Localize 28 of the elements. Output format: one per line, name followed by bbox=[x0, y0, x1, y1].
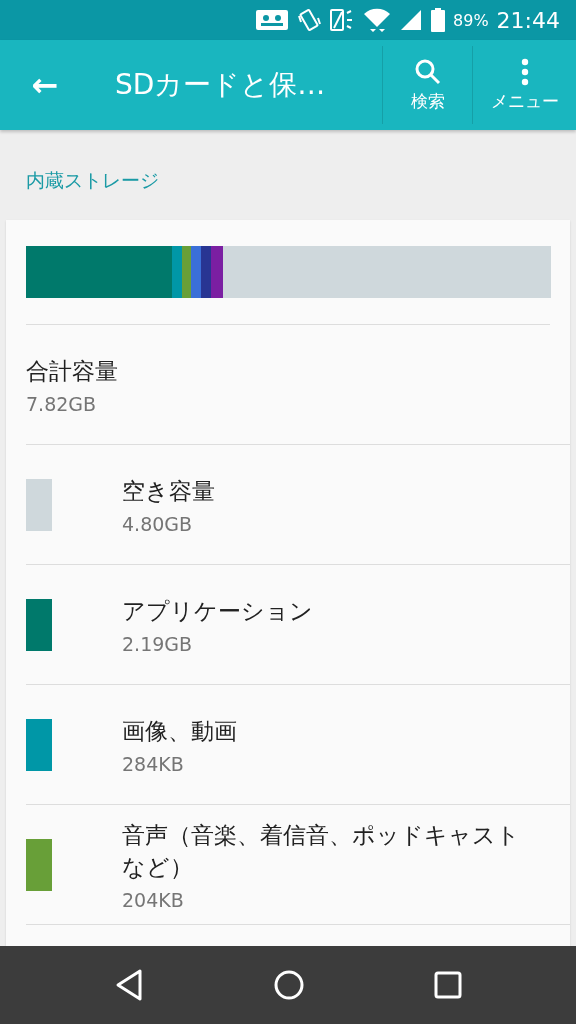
storage-item[interactable]: 音声（音楽、着信音、ポッドキャストなど） 204KB bbox=[26, 805, 570, 925]
battery-percent: 89% bbox=[453, 10, 489, 30]
item-label: 合計容量 bbox=[26, 356, 119, 386]
vibrate-icon bbox=[297, 8, 322, 32]
item-value: 284KB bbox=[122, 752, 185, 775]
storage-item[interactable]: 画像、動画 284KB bbox=[26, 685, 570, 805]
item-value: 4.80GB bbox=[122, 512, 194, 535]
search-icon bbox=[413, 57, 442, 86]
menu-icon bbox=[520, 57, 529, 86]
item-label: 音声（音楽、着信音、ポッドキャストなど） bbox=[122, 820, 521, 882]
wifi-icon bbox=[363, 7, 392, 33]
cell-signal-icon bbox=[399, 8, 424, 32]
toolbar-title: SDカードと保… bbox=[114, 67, 327, 103]
storage-item[interactable]: 空き容量 4.80GB bbox=[26, 445, 570, 565]
battery-icon bbox=[431, 8, 446, 32]
home-icon[interactable] bbox=[273, 969, 305, 1001]
clock: 21:44 bbox=[496, 7, 560, 33]
item-label: 空き容量 bbox=[122, 476, 215, 506]
recents-icon[interactable] bbox=[433, 971, 462, 999]
item-value: 7.82GB bbox=[26, 392, 98, 415]
notification-icon bbox=[255, 8, 290, 32]
item-value: 204KB bbox=[122, 888, 185, 911]
storage-item[interactable]: アプリケーション 2.19GB bbox=[26, 565, 570, 685]
item-label: アプリケーション bbox=[122, 596, 313, 626]
item-value: 2.19GB bbox=[122, 632, 194, 655]
section-header: 内蔵ストレージ bbox=[25, 168, 160, 193]
item-label: 画像、動画 bbox=[122, 716, 237, 746]
back-icon[interactable] bbox=[114, 968, 145, 1002]
